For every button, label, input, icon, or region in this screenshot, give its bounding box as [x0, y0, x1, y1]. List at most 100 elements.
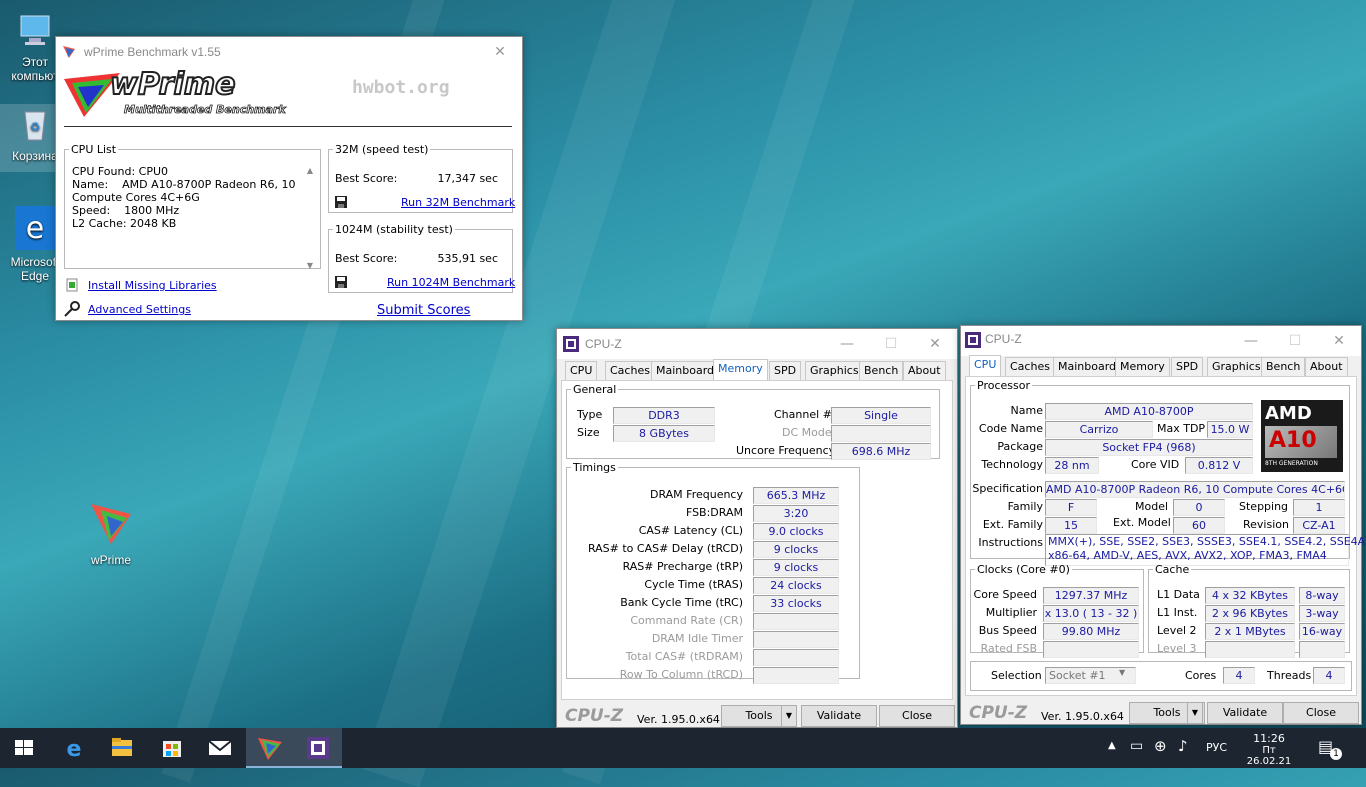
minimize-button[interactable]: — — [825, 329, 869, 359]
rated-fsb-value — [1043, 641, 1139, 658]
maximize-button[interactable]: ☐ — [1273, 326, 1317, 356]
group-1024m: 1024M (stability test) Best Score: 535,9… — [328, 223, 515, 293]
close-button[interactable]: ✕ — [1317, 326, 1361, 356]
tab-about[interactable]: About — [1305, 357, 1348, 376]
scroll-up-icon[interactable]: ▲ — [304, 166, 316, 175]
clock[interactable]: 11:26 Пт 26.02.21 — [1240, 732, 1298, 767]
desktop-icon-wprime[interactable]: wPrime — [76, 500, 146, 567]
timing-value: 9 clocks — [753, 559, 839, 576]
revision-value: CZ-A1 — [1293, 517, 1345, 534]
hwbot-logo: hwbot.org — [352, 77, 450, 98]
scroll-down-icon[interactable]: ▼ — [304, 261, 316, 270]
taskbar-mail[interactable] — [196, 728, 244, 768]
start-button[interactable] — [0, 728, 48, 768]
taskbar-explorer[interactable] — [98, 728, 146, 768]
submit-scores-link[interactable]: Submit Scores — [377, 303, 470, 318]
wprime-window: wPrime Benchmark v1.55 ✕ wPrime Multithr… — [55, 36, 523, 321]
window-title: CPU-Z — [985, 332, 1022, 346]
tab-spd[interactable]: SPD — [1171, 357, 1204, 376]
windows-icon — [15, 740, 33, 755]
core-speed-value: 1297.37 MHz — [1043, 587, 1139, 604]
stepping-value: 1 — [1293, 499, 1345, 516]
tab-mainboard[interactable]: Mainboard — [1053, 357, 1122, 376]
uncore-label: Uncore Frequency — [736, 444, 836, 457]
maximize-button[interactable]: ☐ — [869, 329, 913, 359]
cpuz-memory-window: CPU-Z — ☐ ✕ CPU Caches Mainboard Memory … — [556, 328, 958, 728]
cpuz-app-icon — [965, 332, 981, 351]
save-icon[interactable] — [335, 196, 347, 211]
validate-button[interactable]: Validate — [1207, 702, 1283, 724]
level2-assoc: 16-way — [1299, 623, 1345, 640]
specification-value: AMD A10-8700P Radeon R6, 10 Compute Core… — [1045, 481, 1345, 498]
run-1024m-link[interactable]: Run 1024M Benchmark — [387, 276, 515, 289]
tab-graphics[interactable]: Graphics — [1207, 357, 1266, 376]
family-label: Family — [1007, 500, 1043, 513]
timing-value: 9.0 clocks — [753, 523, 839, 540]
tab-cpu[interactable]: CPU — [565, 361, 598, 380]
size-label: Size — [577, 426, 600, 439]
tab-graphics[interactable]: Graphics — [805, 361, 864, 380]
language-indicator[interactable]: РУС — [1206, 741, 1227, 754]
tab-cpu[interactable]: CPU — [969, 355, 1002, 377]
tab-about[interactable]: About — [903, 361, 946, 380]
tools-dropdown-icon[interactable]: ▼ — [781, 705, 797, 727]
tab-memory[interactable]: Memory — [1115, 357, 1170, 376]
timing-label: DRAM Frequency — [649, 488, 743, 501]
chevron-up-icon[interactable]: ▲ — [1108, 740, 1116, 751]
group-title: CPU List — [71, 143, 117, 156]
tab-spd[interactable]: SPD — [769, 361, 802, 380]
cpu-list-line: Name: AMD A10-8700P Radeon R6, 10 — [72, 178, 296, 191]
timing-label: RAS# Precharge (tRP) — [622, 560, 743, 573]
max-tdp-value: 15.0 W — [1207, 421, 1253, 438]
timing-value — [753, 667, 839, 684]
ext-family-value: 15 — [1045, 517, 1097, 534]
install-libraries-link[interactable]: Install Missing Libraries — [88, 279, 217, 292]
cache-group: Cache L1 Data 4 x 32 KBytes 8-way L1 Ins… — [1148, 563, 1350, 658]
edge-icon: e — [67, 737, 82, 762]
scrollbar[interactable]: ▲ ▼ — [304, 166, 316, 270]
family-value: F — [1045, 499, 1097, 516]
timing-label: Command Rate (CR) — [630, 614, 743, 627]
validate-button[interactable]: Validate — [801, 705, 877, 727]
taskbar-store[interactable] — [148, 728, 196, 768]
clocks-group: Clocks (Core #0) Core Speed 1297.37 MHz … — [970, 563, 1144, 658]
bus-speed-value: 99.80 MHz — [1043, 623, 1139, 640]
taskbar-cpuz[interactable] — [294, 728, 342, 768]
svg-text:e: e — [67, 737, 82, 762]
core-vid-value: 0.812 V — [1185, 457, 1253, 474]
generation-text: 8TH GENERATION — [1265, 460, 1318, 467]
tab-caches[interactable]: Caches — [605, 361, 655, 380]
taskbar-wprime[interactable] — [246, 728, 294, 768]
minimize-button[interactable]: — — [1229, 326, 1273, 356]
advanced-settings-link[interactable]: Advanced Settings — [88, 303, 191, 316]
tab-mainboard[interactable]: Mainboard — [651, 361, 720, 380]
close-button[interactable]: ✕ — [913, 329, 957, 359]
tools-dropdown-icon[interactable]: ▼ — [1187, 702, 1203, 724]
battery-icon[interactable]: ▭ — [1130, 738, 1143, 754]
title-bar[interactable]: CPU-Z — ☐ ✕ — [961, 326, 1361, 356]
taskbar-edge[interactable]: e — [50, 728, 98, 768]
save-icon[interactable] — [335, 276, 347, 291]
tab-bench[interactable]: Bench — [1261, 357, 1306, 376]
timing-label: Row To Column (tRCD) — [619, 668, 743, 681]
run-32m-link[interactable]: Run 32M Benchmark — [401, 196, 515, 209]
tab-memory[interactable]: Memory — [713, 359, 768, 381]
chevron-down-icon[interactable]: ▼ — [1119, 668, 1125, 677]
volume-icon[interactable]: ♪ — [1178, 737, 1188, 755]
tab-bench[interactable]: Bench — [859, 361, 904, 380]
level2-label: Level 2 — [1157, 624, 1197, 637]
package-label: Package — [997, 440, 1043, 453]
group-title: 1024M (stability test) — [335, 223, 453, 236]
cpuz-app-icon — [563, 336, 579, 355]
instructions-value: MMX(+), SSE, SSE2, SSE3, SSSE3, SSE4.1, … — [1045, 534, 1366, 566]
tab-caches[interactable]: Caches — [1005, 357, 1055, 376]
network-icon[interactable]: ⊕ — [1154, 737, 1167, 755]
svg-text:♻: ♻ — [30, 120, 41, 134]
desktop-icon-label: Корзина — [12, 149, 58, 163]
close-button-bottom[interactable]: Close — [1283, 702, 1359, 724]
close-button-bottom[interactable]: Close — [879, 705, 955, 727]
svg-text:e: e — [26, 211, 44, 246]
close-button[interactable]: ✕ — [478, 37, 522, 67]
title-bar[interactable]: CPU-Z — ☐ ✕ — [557, 329, 957, 359]
title-bar[interactable]: wPrime Benchmark v1.55 ✕ — [56, 37, 522, 67]
